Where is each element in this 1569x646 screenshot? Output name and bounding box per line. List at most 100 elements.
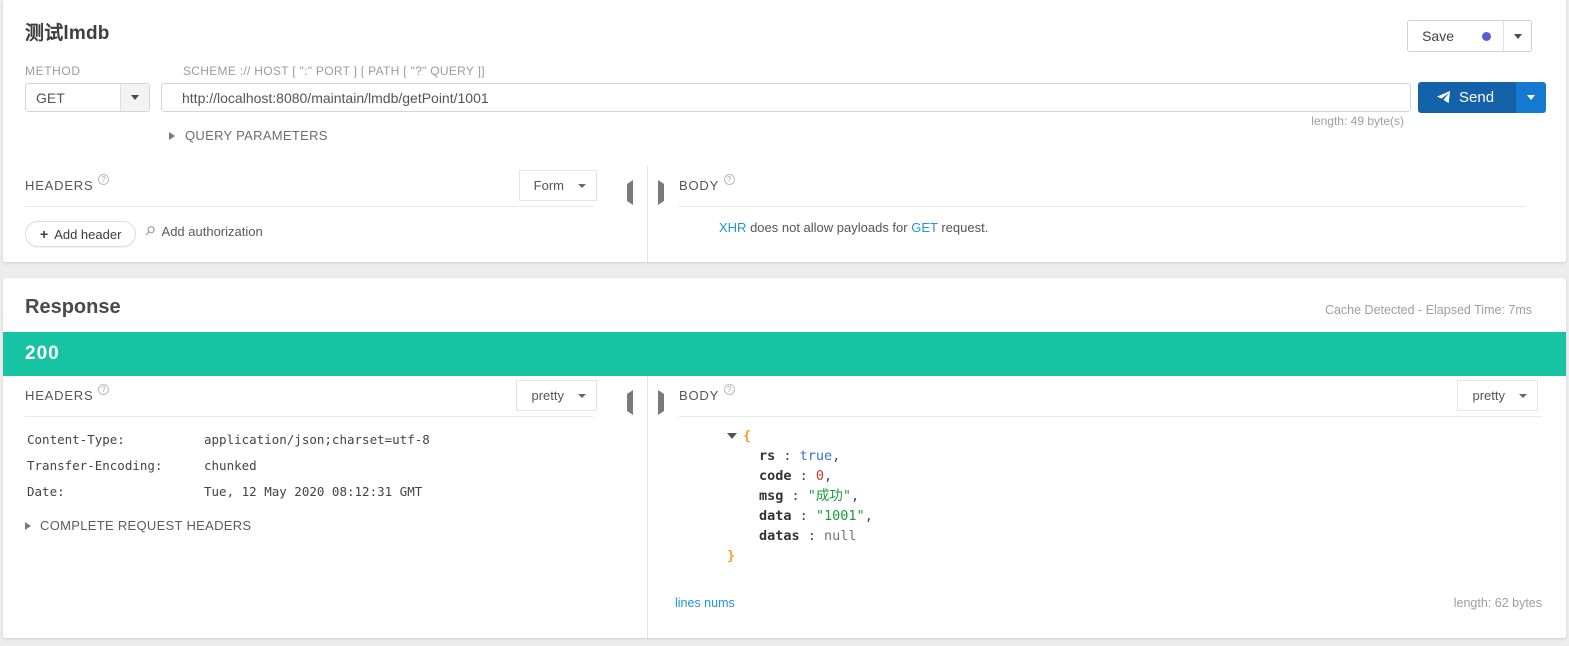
header-value: chunked <box>204 458 257 473</box>
scheme-label: SCHEME :// HOST [ ":" PORT ] [ PATH [ "?… <box>183 64 485 78</box>
response-headers-column: HEADERS ? pretty Content-Type: applicati… <box>3 376 615 638</box>
header-key: Content-Type: <box>27 432 125 447</box>
collapse-left-button[interactable] <box>627 180 633 205</box>
collapse-right-button[interactable] <box>658 180 664 205</box>
chevron-down-icon <box>1519 393 1527 398</box>
chevron-down-icon <box>1527 95 1536 100</box>
json-sep: : <box>783 488 808 504</box>
api-client-page: 测试lmdb Save METHOD SCHEME :// HOST [ ":"… <box>0 0 1569 646</box>
chevron-down-icon <box>1513 33 1522 39</box>
add-header-button[interactable]: + Add header <box>25 221 137 247</box>
response-body-json: { rs : true, code : 0, msg : "成功", data … <box>727 426 873 566</box>
request-collapse-arrows <box>615 166 677 262</box>
note-suffix: request. <box>937 220 989 235</box>
divider <box>679 416 1542 417</box>
request-body-title: BODY ? <box>679 174 736 193</box>
collapse-left-button[interactable] <box>627 390 633 415</box>
header-value: application/json;charset=utf-8 <box>204 432 430 447</box>
query-parameters-toggle[interactable]: QUERY PARAMETERS <box>169 128 328 143</box>
json-key: code <box>759 468 792 484</box>
triangle-down-icon[interactable] <box>727 433 737 439</box>
json-field: data : "1001", <box>727 506 873 526</box>
json-sep: : <box>799 528 825 544</box>
request-columns: HEADERS ? Form + Add header ⚲ Add author… <box>3 166 1566 262</box>
json-value: 0 <box>815 468 825 484</box>
request-body-note: XHR does not allow payloads for GET requ… <box>719 220 988 235</box>
complete-request-headers-toggle[interactable]: COMPLETE REQUEST HEADERS <box>25 518 251 533</box>
table-row: Date: Tue, 12 May 2020 08:12:31 GMT <box>27 484 430 508</box>
send-dropdown-button[interactable] <box>1516 82 1547 113</box>
xhr-link[interactable]: XHR <box>719 220 746 235</box>
json-field: datas : null <box>727 526 873 546</box>
method-select-caret[interactable] <box>120 84 149 111</box>
response-body-view-value: pretty <box>1472 388 1505 403</box>
json-key: msg <box>759 488 784 504</box>
json-comma: , <box>851 488 860 504</box>
response-columns: HEADERS ? pretty Content-Type: applicati… <box>3 376 1566 638</box>
triangle-right-icon <box>658 390 664 415</box>
response-headers-table: Content-Type: application/json;charset=u… <box>25 430 432 510</box>
triangle-left-icon <box>627 390 633 415</box>
divider <box>679 206 1526 207</box>
save-button-label: Save <box>1422 28 1454 44</box>
send-button[interactable]: Send <box>1418 82 1517 113</box>
triangle-right-icon <box>658 180 664 205</box>
json-field: rs : true, <box>727 446 873 466</box>
json-root-open[interactable]: { <box>727 426 873 446</box>
json-value: "成功" <box>807 488 852 504</box>
json-sep: : <box>791 468 816 484</box>
response-collapse-arrows <box>615 376 677 638</box>
chevron-down-icon <box>578 393 586 398</box>
response-body-column: BODY ? pretty { rs : true, code: 0 , ms… <box>677 376 1566 638</box>
help-icon[interactable]: ? <box>724 174 736 185</box>
table-row: Content-Type: application/json;charset=u… <box>27 432 430 456</box>
request-headers-column: HEADERS ? Form + Add header ⚲ Add author… <box>3 166 615 262</box>
json-comma: , <box>864 508 873 524</box>
status-bar: 200 <box>3 332 1566 376</box>
chevron-down-icon <box>131 95 139 100</box>
request-headers-title: HEADERS ? <box>25 174 110 193</box>
help-icon[interactable]: ? <box>98 384 110 395</box>
get-link[interactable]: GET <box>911 220 938 235</box>
json-key: data <box>759 508 792 524</box>
response-body-view-select[interactable]: pretty <box>1457 380 1538 411</box>
json-root-close: } <box>727 546 873 566</box>
divider <box>25 416 593 417</box>
divider <box>25 206 593 207</box>
request-headers-label: HEADERS <box>25 178 94 193</box>
help-icon[interactable]: ? <box>98 174 110 185</box>
cache-info-text: Cache Detected - Elapsed Time: 7ms <box>1324 303 1532 317</box>
status-code: 200 <box>25 343 60 364</box>
collapse-right-button[interactable] <box>658 390 664 415</box>
url-input[interactable]: http://localhost:8080/maintain/lmdb/getP… <box>161 83 1411 112</box>
request-body-column: BODY ? XHR does not allow payloads for G… <box>677 166 1566 262</box>
table-row: Transfer-Encoding: chunked <box>27 458 430 482</box>
lines-nums-link[interactable]: lines nums <box>675 596 735 610</box>
add-authorization-button[interactable]: ⚲ Add authorization <box>141 222 263 239</box>
json-key: datas <box>759 528 800 544</box>
help-icon[interactable]: ? <box>724 384 736 395</box>
request-headers-view-select[interactable]: Form <box>518 170 597 201</box>
json-comma: , <box>824 468 833 484</box>
paper-plane-icon <box>1436 90 1451 104</box>
response-headers-view-value: pretty <box>531 388 564 403</box>
save-button-group[interactable]: Save <box>1407 20 1532 52</box>
add-header-label: Add header <box>54 226 122 242</box>
divider <box>647 166 648 262</box>
header-value: Tue, 12 May 2020 08:12:31 GMT <box>204 484 423 499</box>
json-value: "1001" <box>815 508 865 524</box>
json-close-brace: } <box>727 548 736 564</box>
key-icon: ⚲ <box>141 221 159 240</box>
json-value: null <box>824 528 857 544</box>
send-button-group[interactable]: Send <box>1418 82 1547 113</box>
method-select[interactable]: GET <box>25 83 150 112</box>
response-headers-view-select[interactable]: pretty <box>516 380 597 411</box>
request-headers-view-value: Form <box>533 178 564 193</box>
request-panel: 测试lmdb Save METHOD SCHEME :// HOST [ ":"… <box>3 0 1566 262</box>
send-button-label: Send <box>1459 89 1495 106</box>
request-title: 测试lmdb <box>25 23 110 44</box>
add-authorization-label: Add authorization <box>161 223 263 239</box>
save-dropdown-button[interactable] <box>1503 21 1531 51</box>
json-sep: : <box>791 508 816 524</box>
save-button[interactable]: Save <box>1408 21 1503 51</box>
